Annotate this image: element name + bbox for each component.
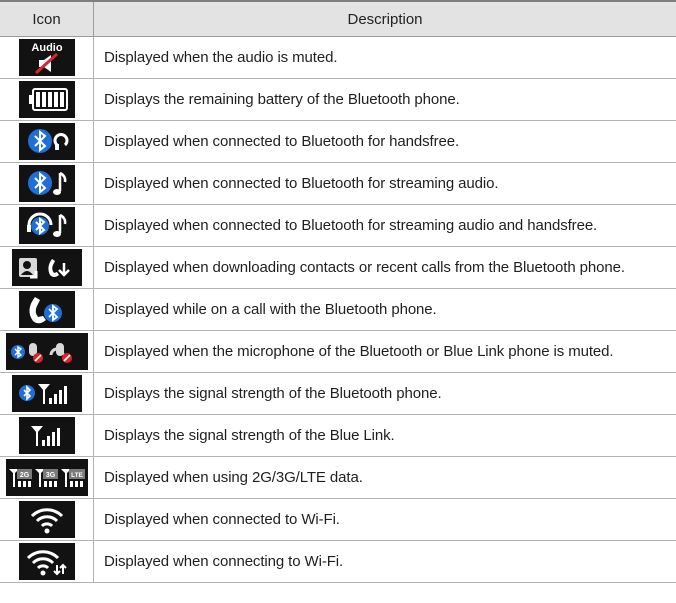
row-description: Displayed when connected to Bluetooth fo… — [93, 162, 676, 205]
row-description: Displays the remaining battery of the Bl… — [93, 78, 676, 121]
icon-description-table: Icon Description Audio Displayed when th… — [0, 0, 676, 583]
download-contacts-calls-icon — [11, 249, 82, 286]
wifi-connected-icon — [18, 501, 75, 538]
table-row: Displays the remaining battery of the Bl… — [0, 78, 676, 121]
svg-text:3G: 3G — [45, 472, 55, 479]
data-3g-icon: 3G — [34, 469, 58, 487]
bluetooth-handsfree-icon — [18, 123, 75, 160]
bluelink-signal-icon — [18, 417, 75, 454]
wifi-connecting-icon — [18, 543, 75, 580]
table-row: Displayed while on a call with the Bluet… — [0, 288, 676, 331]
table-row: Displayed when downloading contacts or r… — [0, 246, 676, 289]
data-2g-icon: 2G — [8, 469, 32, 487]
bluetooth-streaming-audio-icon — [18, 165, 75, 202]
data-2g-3g-lte-icon: 2G 3G LTE — [5, 459, 88, 496]
row-description: Displayed while on a call with the Bluet… — [93, 288, 676, 331]
row-description: Displayed when downloading contacts or r… — [93, 246, 676, 289]
bluetooth-signal-icon — [11, 375, 82, 412]
svg-text:LTE: LTE — [71, 472, 83, 479]
row-description: Displayed when connected to Bluetooth fo… — [93, 120, 676, 163]
audio-icon-label: Audio — [31, 42, 62, 54]
audio-muted-icon: Audio — [18, 39, 75, 76]
table-header-row: Icon Description — [0, 0, 676, 37]
table-row: Displayed when connected to Bluetooth fo… — [0, 204, 676, 247]
table-row: Displayed when connected to Bluetooth fo… — [0, 162, 676, 205]
row-description: Displayed when connecting to Wi-Fi. — [93, 540, 676, 583]
row-description: Displays the signal strength of the Blue… — [93, 372, 676, 415]
microphone-muted-icon — [5, 333, 88, 370]
row-description: Displayed when connected to Bluetooth fo… — [93, 204, 676, 247]
row-description: Displayed when using 2G/3G/LTE data. — [93, 456, 676, 499]
icon-column-header: Icon — [0, 0, 94, 37]
data-lte-icon: LTE — [60, 469, 85, 487]
table-row: 2G 3G LTE Displayed when using 2G/3G/LTE… — [0, 456, 676, 499]
description-column-header: Description — [93, 0, 676, 37]
table-row: Displays the signal strength of the Blue… — [0, 372, 676, 415]
table-row: Displayed when the microphone of the Blu… — [0, 330, 676, 373]
row-description: Displayed when the microphone of the Blu… — [93, 330, 676, 373]
row-description: Displayed when the audio is muted. — [93, 36, 676, 79]
row-description: Displayed when connected to Wi-Fi. — [93, 498, 676, 541]
table-row: Displayed when connecting to Wi-Fi. — [0, 540, 676, 583]
battery-icon — [18, 81, 75, 118]
row-description: Displays the signal strength of the Blue… — [93, 414, 676, 457]
table-row: Displayed when connected to Bluetooth fo… — [0, 120, 676, 163]
bluetooth-audio-handsfree-icon — [18, 207, 75, 244]
svg-text:2G: 2G — [19, 472, 29, 479]
table-row: Displayed when connected to Wi-Fi. — [0, 498, 676, 541]
table-row: Audio Displayed when the audio is muted. — [0, 36, 676, 79]
table-row: Displays the signal strength of the Blue… — [0, 414, 676, 457]
bluetooth-call-icon — [18, 291, 75, 328]
